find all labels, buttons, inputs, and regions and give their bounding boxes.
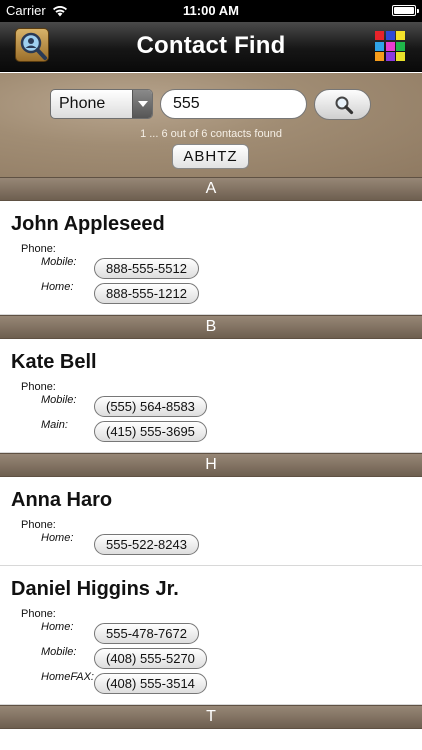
phone-label: Phone:	[21, 608, 56, 620]
phone-type-label: Home:	[41, 532, 74, 544]
phone-row: HomeFAX: (408) 555-3514	[0, 671, 422, 696]
grid-square	[385, 41, 395, 51]
phone-label: Phone:	[21, 243, 56, 255]
phone-row: Main: (415) 555-3695	[0, 419, 422, 444]
phone-number-button[interactable]: (555) 564-8583	[94, 396, 207, 417]
phone-type-label: Mobile:	[41, 394, 77, 406]
phone-type-label: Main:	[41, 419, 68, 431]
phone-row: Mobile: 888-555-5512	[0, 256, 422, 281]
search-icon	[335, 96, 354, 115]
contact-name: John Appleseed	[11, 213, 165, 235]
grid-square	[385, 52, 395, 61]
grid-square	[375, 41, 384, 51]
contact-name: Daniel Higgins Jr.	[11, 578, 179, 600]
phone-row: Home: 555-522-8243	[0, 532, 422, 557]
section-header-a: A	[0, 177, 422, 201]
phone-number-button[interactable]: 555-522-8243	[94, 534, 199, 555]
phone-number-button[interactable]: 888-555-5512	[94, 258, 199, 279]
grid-square	[396, 41, 405, 51]
page-title: Contact Find	[136, 32, 286, 59]
grid-square	[385, 31, 395, 40]
search-field-select[interactable]: Phone	[50, 89, 153, 119]
contact-list: A John Appleseed Phone: Mobile: 888-555-5512…	[0, 177, 422, 729]
letter-index-bar[interactable]: ABHTZ	[172, 144, 249, 169]
section-header-h: H	[0, 453, 422, 477]
section-header-b: B	[0, 315, 422, 339]
search-button[interactable]	[314, 89, 371, 120]
contact-item[interactable]: John Appleseed Phone: Mobile: 888-555-5512 H…	[0, 201, 422, 315]
contact-item[interactable]: Kate Bell Phone: Mobile: (555) 564-8583 Main…	[0, 339, 422, 453]
contact-name: Kate Bell	[11, 351, 97, 373]
search-input[interactable]	[160, 89, 307, 119]
phone-row: Mobile: (555) 564-8583	[0, 394, 422, 419]
results-count-text: 1 ... 6 out of 6 contacts found	[140, 128, 282, 140]
section-header-t: T	[0, 705, 422, 729]
status-time: 11:00 AM	[183, 3, 239, 18]
contact-name: Anna Haro	[11, 489, 113, 511]
phone-type-label: Mobile:	[41, 256, 77, 268]
phone-number-button[interactable]: (408) 555-3514	[94, 673, 207, 694]
search-panel: Phone 1 ... 6 out of 6 contacts found AB…	[0, 73, 422, 177]
grid-square	[375, 52, 384, 61]
phone-type-label: Home:	[41, 281, 74, 293]
navigation-bar: Contact Find	[0, 22, 422, 72]
search-field-value: Phone	[59, 95, 106, 112]
phone-type-label: Home:	[41, 621, 74, 633]
phone-type-label: Mobile:	[41, 646, 77, 658]
battery-icon	[392, 5, 419, 16]
grid-square	[375, 31, 384, 40]
contact-item[interactable]: Daniel Higgins Jr. Phone: Home: 555-478-767…	[0, 566, 422, 705]
phone-row: Home: 555-478-7672	[0, 621, 422, 646]
phone-label: Phone:	[21, 519, 56, 531]
contact-item[interactable]: Anna Haro Phone: Home: 555-522-8243	[0, 477, 422, 566]
phone-number-button[interactable]: 555-478-7672	[94, 623, 199, 644]
grid-square	[396, 31, 405, 40]
phone-row: Home: 888-555-1212	[0, 281, 422, 306]
phone-row: Mobile: (408) 555-5270	[0, 646, 422, 671]
color-grid-icon[interactable]	[375, 31, 405, 61]
status-bar: Carrier 11:00 AM	[0, 0, 422, 22]
grid-square	[396, 52, 405, 61]
phone-number-button[interactable]: (408) 555-5270	[94, 648, 207, 669]
chevron-down-icon	[132, 90, 152, 118]
phone-number-button[interactable]: (415) 555-3695	[94, 421, 207, 442]
phone-type-label: HomeFAX:	[41, 671, 94, 683]
phone-number-button[interactable]: 888-555-1212	[94, 283, 199, 304]
battery-fill	[394, 7, 414, 14]
phone-label: Phone:	[21, 381, 56, 393]
